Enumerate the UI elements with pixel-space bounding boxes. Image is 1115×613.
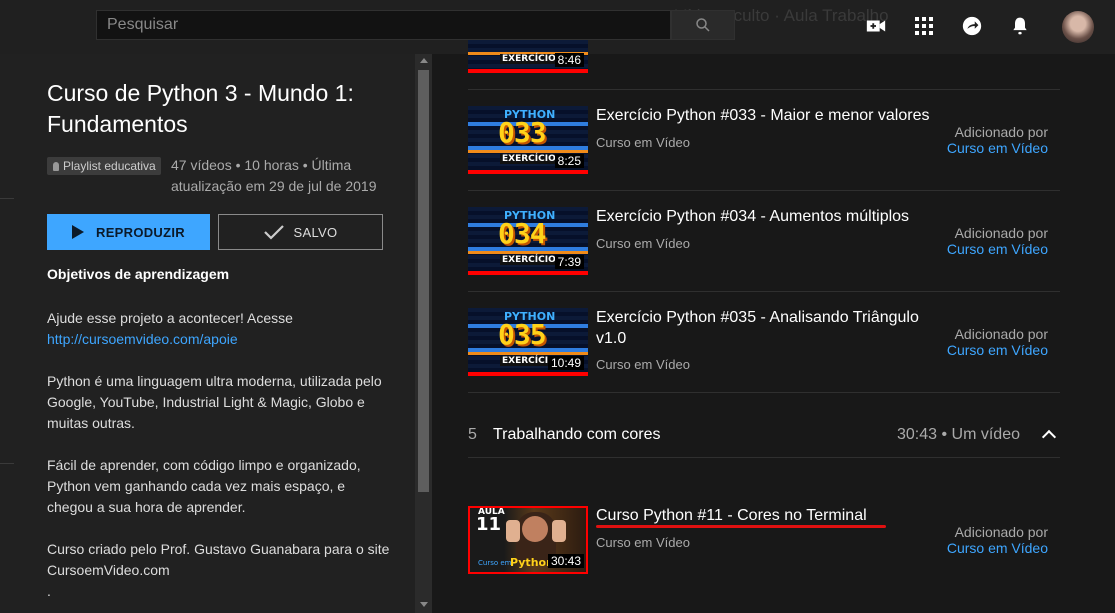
description-paragraph: Fácil de aprender, com código limpo e or… (47, 457, 361, 515)
thumbnail-highlight-frame (468, 506, 588, 574)
video-thumbnail[interactable]: PYTHON 033 EXERCÍCIO 8:25 (468, 106, 588, 174)
section-number: 5 (468, 426, 477, 443)
video-thumbnail[interactable]: AULA 11 Curso em Python 30:43 (468, 506, 588, 574)
messages-button[interactable] (961, 15, 983, 37)
video-camera-plus-icon (866, 20, 886, 32)
apps-button[interactable] (913, 15, 935, 37)
video-thumbnail[interactable]: EXERCÍCIO 8:46 (468, 40, 588, 73)
video-thumbnail[interactable]: PYTHON 035 EXERCÍCIO 10:49 (468, 308, 588, 376)
added-by: Adicionado por Curso em Vídeo (947, 524, 1048, 556)
video-duration: 8:46 (554, 53, 584, 67)
support-link[interactable]: http://cursoemvideo.com/apoie (47, 331, 238, 347)
video-duration: 7:39 (554, 255, 584, 269)
added-by-label: Adicionado por (954, 326, 1048, 342)
description-paragraph: Python é uma linguagem ultra moderna, ut… (47, 373, 382, 431)
thumbnail-label: EXERCÍCIO (500, 54, 558, 64)
video-duration: 10:49 (547, 356, 584, 370)
video-channel[interactable]: Curso em Vídeo (596, 135, 690, 150)
create-video-button[interactable] (865, 15, 887, 37)
added-by-channel-link[interactable]: Curso em Vídeo (947, 140, 1048, 156)
description-text: Ajude esse projeto a acontecer! Acesse (47, 310, 293, 326)
playlist-title: Curso de Python 3 - Mundo 1: Fundamentos (47, 80, 354, 137)
notifications-button[interactable] (1009, 15, 1031, 37)
search-box[interactable] (96, 10, 671, 40)
video-channel[interactable]: Curso em Vídeo (596, 357, 690, 372)
playlist-stats: 47 vídeos • 10 horas • Última atualizaçã… (171, 157, 377, 194)
video-thumbnail[interactable]: PYTHON 034 EXERCÍCIO 7:39 (468, 207, 588, 275)
divider (0, 463, 14, 464)
description-paragraph: . (47, 583, 51, 599)
added-by-channel-link[interactable]: Curso em Vídeo (947, 342, 1048, 358)
watched-progress-bar (468, 69, 588, 73)
section-header[interactable]: 5 Trabalhando com cores 30:43 • Um vídeo (468, 418, 1060, 456)
watched-progress-bar (468, 372, 588, 376)
thumbnail-number: 035 (498, 318, 547, 351)
scroll-down-icon[interactable] (420, 602, 428, 607)
thumbnail-stripe (468, 251, 588, 254)
play-icon (72, 225, 85, 239)
play-all-label: REPRODUZIR (96, 224, 185, 240)
added-by-channel-link[interactable]: Curso em Vídeo (947, 540, 1048, 556)
section-meta: 30:43 • Um vídeo (897, 426, 1020, 443)
added-by-label: Adicionado por (954, 524, 1048, 540)
divider (0, 198, 14, 199)
thumbnail-label: EXERCÍCIO (500, 255, 558, 265)
divider (468, 457, 1060, 458)
apps-grid-icon (915, 17, 933, 35)
added-by-label: Adicionado por (954, 124, 1048, 140)
search-icon (696, 18, 710, 32)
search-input[interactable] (97, 11, 670, 39)
added-by: Adicionado por Curso em Vídeo (947, 124, 1048, 156)
thumbnail-number: 034 (498, 217, 547, 250)
main-scrollbar[interactable] (1103, 54, 1115, 613)
chevron-up-icon[interactable] (1041, 429, 1057, 445)
title-highlight-underline (596, 525, 886, 528)
saved-label: SALVO (293, 224, 338, 240)
learning-objectives-heading: Objetivos de aprendizagem (47, 266, 230, 282)
share-message-icon (962, 16, 982, 36)
bell-icon (1013, 17, 1027, 35)
video-channel[interactable]: Curso em Vídeo (596, 535, 690, 550)
added-by-channel-link[interactable]: Curso em Vídeo (947, 241, 1048, 257)
divider (468, 291, 1060, 292)
added-by: Adicionado por Curso em Vídeo (947, 326, 1048, 358)
divider (468, 89, 1060, 90)
divider (468, 392, 1060, 393)
video-title[interactable]: Exercício Python #035 - Analisando Triân… (596, 307, 941, 349)
avatar[interactable] (1062, 11, 1094, 43)
description-paragraph: Curso criado pelo Prof. Gustavo Guanabar… (47, 541, 390, 578)
saved-button[interactable]: SALVO (218, 214, 383, 250)
section-title: Trabalhando com cores (493, 426, 661, 443)
thumbnail-label: EXERCÍCIO (500, 154, 558, 164)
added-by-label: Adicionado por (954, 225, 1048, 241)
description-paragraph: Ajude esse projeto a acontecer! Acesse h… (47, 308, 392, 350)
watched-progress-bar (468, 170, 588, 174)
thumbnail-stripe (468, 352, 588, 355)
search-button[interactable] (671, 10, 735, 40)
badge-label: Playlist educativa (63, 159, 156, 173)
divider (468, 190, 1060, 191)
play-all-button[interactable]: REPRODUZIR (47, 214, 210, 250)
sidebar-scrollbar-thumb[interactable] (418, 70, 429, 492)
video-title[interactable]: Curso Python #11 - Cores no Terminal (596, 505, 941, 526)
playlist-badge: Playlist educativa (47, 157, 161, 175)
video-channel[interactable]: Curso em Vídeo (596, 236, 690, 251)
video-title[interactable]: Exercício Python #034 - Aumentos múltipl… (596, 206, 941, 227)
added-by: Adicionado por Curso em Vídeo (947, 225, 1048, 257)
checkmark-icon (263, 225, 284, 240)
video-duration: 8:25 (554, 154, 584, 168)
thumbnail-stripe (468, 150, 588, 153)
lightbulb-icon (53, 161, 59, 171)
scroll-up-icon[interactable] (420, 58, 428, 63)
thumbnail-number: 033 (498, 116, 547, 149)
watched-progress-bar (468, 271, 588, 275)
video-title[interactable]: Exercício Python #033 - Maior e menor va… (596, 105, 941, 126)
